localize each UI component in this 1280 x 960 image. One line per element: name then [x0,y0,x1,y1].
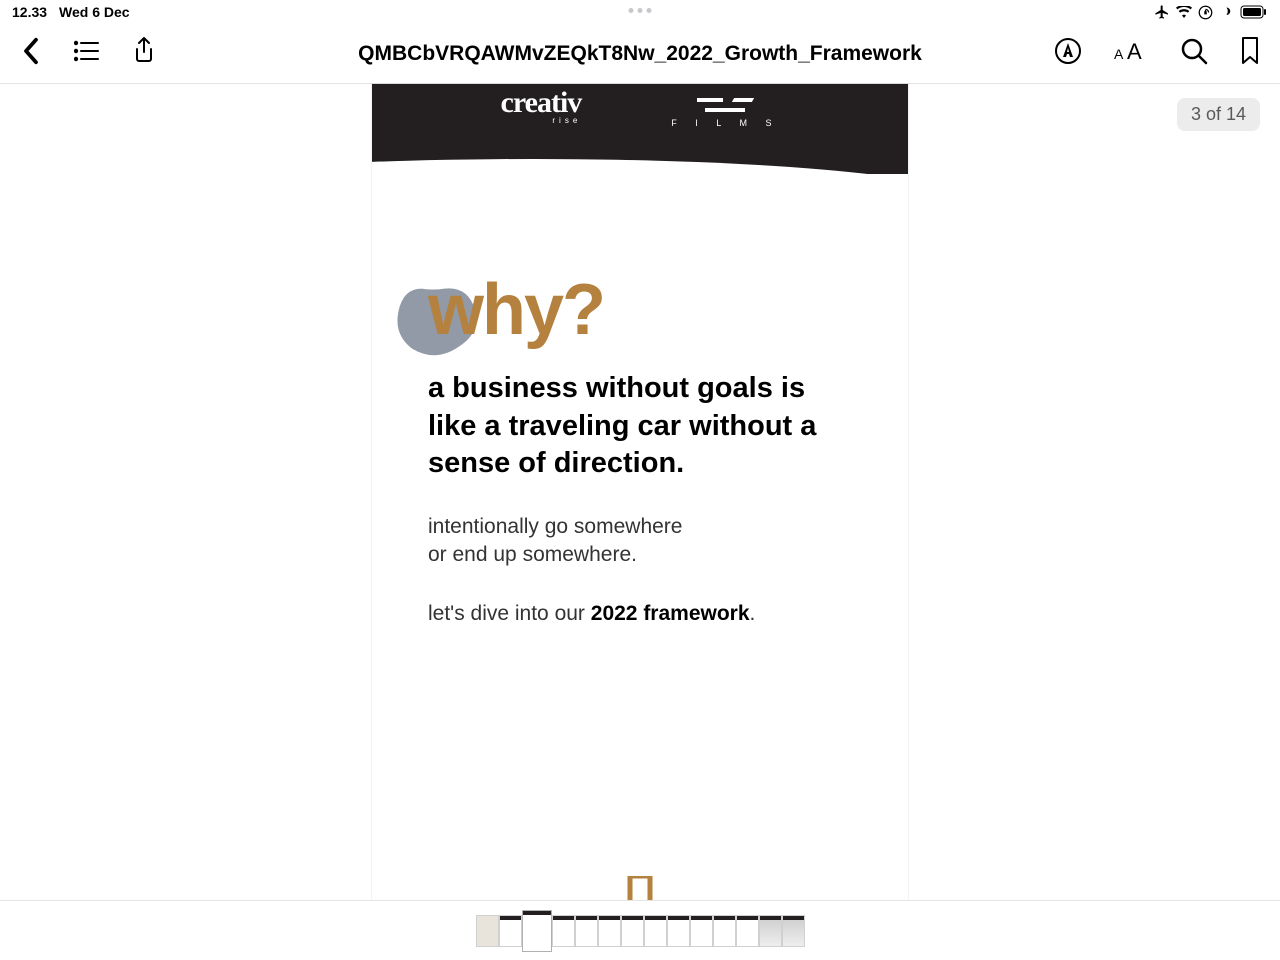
thumbnail-page-7[interactable] [621,915,644,947]
logo-films-text: F I L M S [671,118,779,128]
svg-text:A: A [1114,46,1124,62]
para1-line1: intentionally go somewhere [428,515,682,538]
heading-why: why? [392,274,852,346]
bookmark-button[interactable] [1240,36,1260,71]
para2-suffix: . [750,602,756,625]
share-button[interactable] [132,36,156,71]
text-size-button[interactable]: AA [1114,39,1148,68]
logo-text: creativ [501,86,582,119]
document-viewport[interactable]: 3 of 14 creativ rise F I L M S why? a bu… [0,84,1280,900]
do-not-disturb-icon [1219,5,1234,20]
drag-handle-icon[interactable] [629,8,652,13]
search-button[interactable] [1180,37,1208,70]
airplane-mode-icon [1154,4,1170,20]
paragraph-2: let's dive into our 2022 framework. [428,600,852,628]
logo-films: F I L M S [671,86,779,128]
para2-prefix: let's dive into our [428,602,591,625]
toolbar: QMBCbVRQAWMvZEQkT8Nw_2022_Growth_Framewo… [0,24,1280,84]
thumbnail-page-1[interactable] [476,915,499,947]
document-title: QMBCbVRQAWMvZEQkT8Nw_2022_Growth_Framewo… [358,42,922,66]
page-footer-decor-icon [625,876,655,900]
para2-bold: 2022 framework [591,602,750,625]
thumbnail-page-14[interactable] [782,915,805,947]
status-time: 12.33 [12,4,47,20]
thumbnail-page-2[interactable] [499,915,522,947]
back-button[interactable] [20,36,42,71]
orientation-lock-icon [1198,5,1213,20]
wifi-icon [1176,6,1192,18]
thumbnail-page-12[interactable] [736,915,759,947]
statement-text: a business without goals is like a trave… [428,370,852,483]
page-indicator: 3 of 14 [1177,98,1260,131]
thumbnail-page-5[interactable] [575,915,598,947]
status-date: Wed 6 Dec [59,4,130,20]
paragraph-1: intentionally go somewhere or end up som… [428,513,852,570]
thumbnail-page-9[interactable] [667,915,690,947]
markup-button[interactable] [1054,37,1082,70]
page-header: creativ rise F I L M S [372,84,908,174]
battery-icon [1240,5,1268,19]
thumbnail-page-10[interactable] [690,915,713,947]
thumbnail-page-4[interactable] [552,915,575,947]
thumbnail-page-13[interactable] [759,915,782,947]
document-page: creativ rise F I L M S why? a business w… [372,84,908,900]
para1-line2: or end up somewhere. [428,543,637,566]
svg-text:A: A [1127,39,1142,63]
thumbnail-page-3[interactable] [522,910,552,952]
table-of-contents-button[interactable] [74,40,100,67]
thumbnail-strip[interactable] [0,900,1280,960]
thumbnail-page-11[interactable] [713,915,736,947]
page-body: why? a business without goals is like a … [372,174,908,628]
thumbnail-page-6[interactable] [598,915,621,947]
logo-creativ: creativ rise [501,86,582,125]
thumbnail-page-8[interactable] [644,915,667,947]
